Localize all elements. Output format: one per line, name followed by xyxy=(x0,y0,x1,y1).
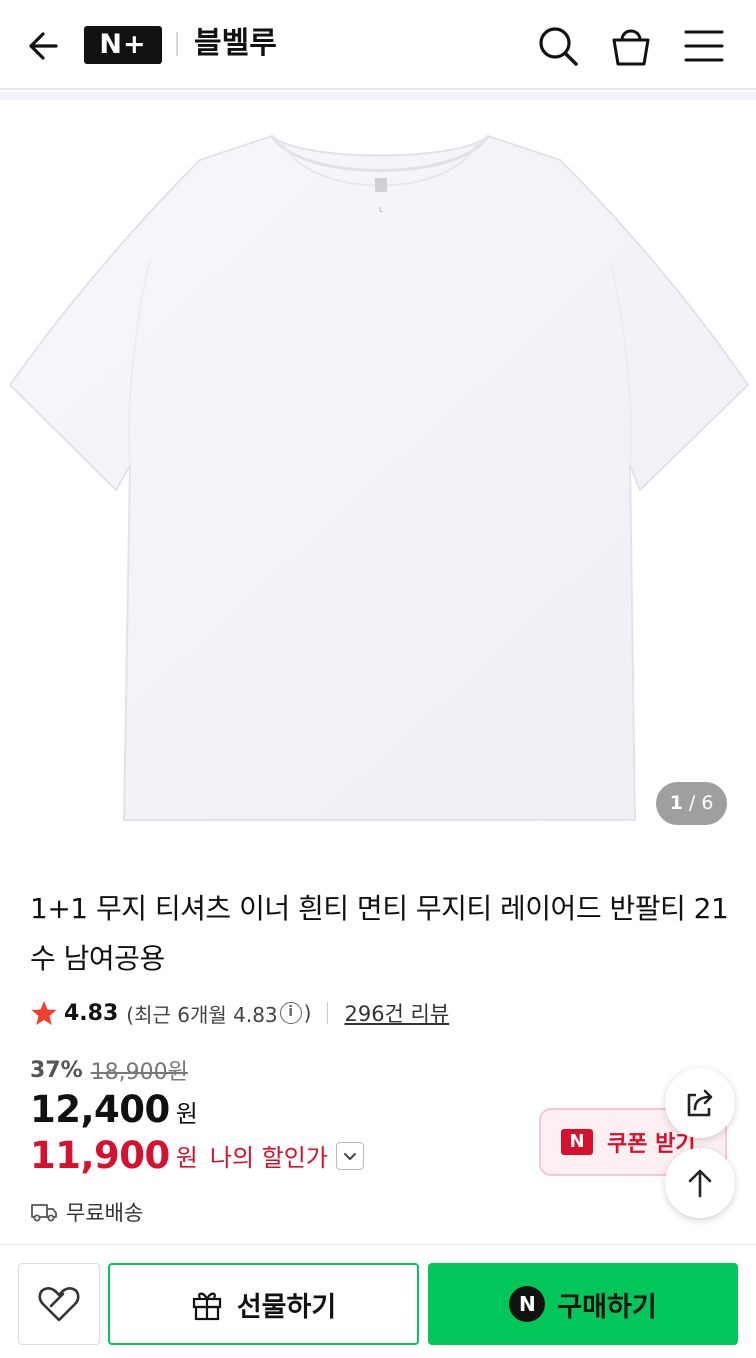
my-price-label: 나의 할인가 xyxy=(209,1144,328,1172)
discount-row: 37% 18,900원 xyxy=(30,1054,188,1086)
price-row: 12,400 원 xyxy=(30,1088,198,1131)
my-price-unit: 원 xyxy=(175,1144,198,1172)
product-image[interactable]: L xyxy=(0,100,756,840)
chevron-down-icon xyxy=(343,1152,356,1160)
bottom-action-bar: 선물하기 N 구매하기 xyxy=(0,1244,756,1358)
top-header: N+ 블벨루 xyxy=(0,0,756,90)
menu-icon[interactable] xyxy=(680,22,728,70)
store-name[interactable]: 블벨루 xyxy=(194,22,277,66)
shipping-text: 무료배송 xyxy=(66,1201,144,1225)
product-title: 1+1 무지 티셔츠 이너 흰티 면티 무지티 레이어드 반팔티 21수 남여공… xyxy=(30,892,729,975)
image-counter-total: 6 xyxy=(701,792,714,814)
arrow-up-icon xyxy=(688,1169,712,1198)
sale-price-unit: 원 xyxy=(175,1100,198,1128)
buy-label: 구매하기 xyxy=(557,1291,657,1323)
gift-label: 선물하기 xyxy=(236,1291,337,1323)
heart-icon xyxy=(38,1287,80,1322)
image-counter: 1 / 6 xyxy=(656,782,727,825)
rating-row: 4.83 (최근 6개월 4.83 i ) 296건 리뷰 xyxy=(30,994,449,1032)
truck-icon xyxy=(31,1204,57,1222)
wishlist-button[interactable] xyxy=(18,1263,100,1345)
image-counter-sep: / xyxy=(682,792,702,814)
naver-plus-logo[interactable]: N+ xyxy=(84,26,162,64)
shipping-row: 무료배송 xyxy=(30,1197,143,1227)
svg-text:L: L xyxy=(379,206,383,214)
gift-button[interactable]: 선물하기 xyxy=(108,1263,419,1345)
recent-rating: (최근 6개월 4.83 i ) xyxy=(126,999,311,1028)
my-price-toggle[interactable] xyxy=(335,1141,364,1170)
rating-value: 4.83 xyxy=(64,1000,119,1026)
search-icon[interactable] xyxy=(534,22,582,70)
header-divider xyxy=(176,32,178,56)
gift-icon xyxy=(192,1292,221,1321)
buy-button[interactable]: N 구매하기 xyxy=(428,1263,738,1345)
original-price: 18,900원 xyxy=(90,1060,188,1085)
share-button[interactable] xyxy=(665,1068,735,1138)
share-icon xyxy=(687,1089,713,1117)
tshirt-illustration: L xyxy=(8,134,750,821)
shopping-bag-icon[interactable] xyxy=(607,22,655,70)
sale-price: 12,400 xyxy=(30,1088,170,1131)
scroll-top-button[interactable] xyxy=(665,1148,735,1218)
header-separator xyxy=(0,92,756,100)
info-icon[interactable]: i xyxy=(279,1002,302,1024)
buy-n-badge: N xyxy=(509,1286,546,1322)
coupon-n-badge: N xyxy=(561,1129,593,1155)
back-arrow-icon[interactable] xyxy=(24,24,68,68)
my-price-row[interactable]: 11,900 원 나의 할인가 xyxy=(30,1134,364,1177)
my-discount-price: 11,900 xyxy=(30,1134,170,1177)
star-icon xyxy=(31,1001,57,1025)
discount-percent: 37% xyxy=(30,1057,83,1083)
image-counter-current: 1 xyxy=(669,792,683,814)
recent-rating-text: (최근 6개월 4.83 xyxy=(126,1002,278,1027)
review-count-link[interactable]: 296건 리뷰 xyxy=(344,998,449,1028)
recent-rating-close: ) xyxy=(303,1001,312,1025)
rating-divider xyxy=(327,1002,329,1024)
